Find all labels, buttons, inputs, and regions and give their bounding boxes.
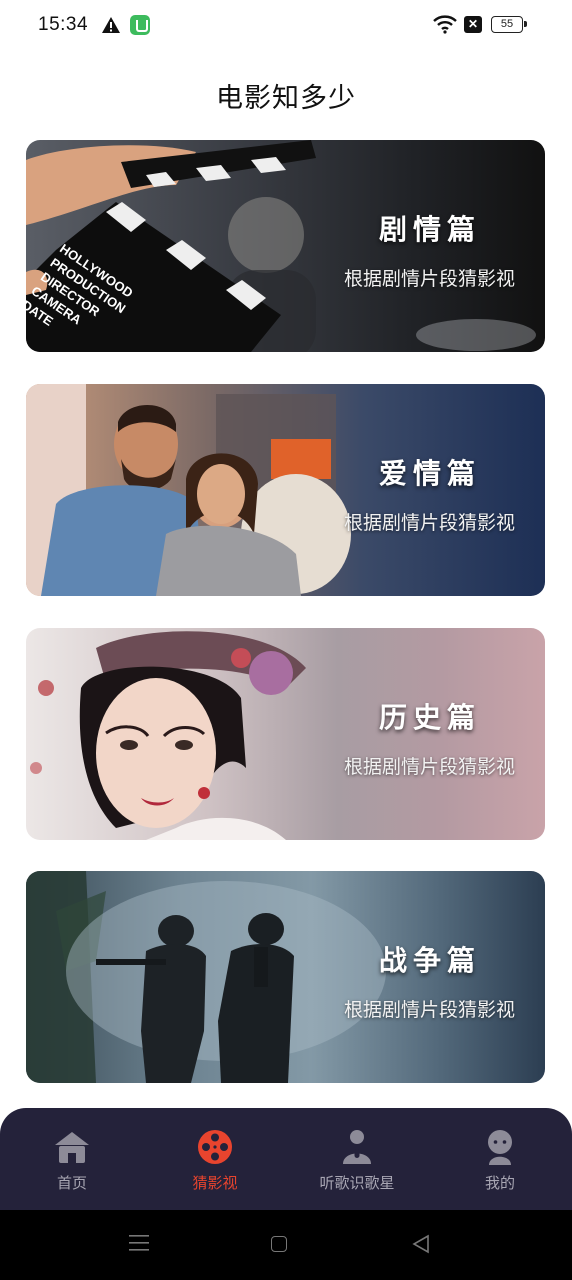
home-square-icon[interactable] (271, 1236, 287, 1252)
tab-label: 听歌识歌星 (319, 1174, 395, 1192)
card-subtitle: 根据剧情片段猜影视 (343, 756, 515, 778)
tab-label: 猜影视 (192, 1174, 238, 1192)
app-notification-icon (130, 15, 150, 35)
home-icon (55, 1132, 89, 1163)
battery-icon: 55 (491, 16, 527, 33)
card-title: 战争篇 (378, 944, 481, 977)
page-title: 电影知多少 (216, 83, 356, 114)
tab-label: 我的 (484, 1174, 515, 1192)
singer-mic-icon (343, 1130, 371, 1164)
bottom-tab-bar: 首页 猜影视 听歌识歌星 我的 (0, 1108, 572, 1210)
warning-icon (102, 17, 120, 33)
card-title: 爱情篇 (378, 457, 481, 490)
tab-song-singer[interactable]: 听歌识歌星 (287, 1108, 427, 1210)
tab-profile[interactable]: 我的 (430, 1108, 570, 1210)
card-subtitle: 根据剧情片段猜影视 (343, 999, 515, 1021)
card-title: 剧情篇 (378, 213, 481, 246)
category-card-history[interactable]: 历史篇 根据剧情片段猜影视 (26, 628, 545, 840)
film-reel-icon (198, 1130, 232, 1164)
category-card-drama[interactable]: HOLLYWOOD PRODUCTION DIRECTOR CAMERA DAT… (26, 140, 545, 352)
card-subtitle: 根据剧情片段猜影视 (343, 268, 515, 290)
system-nav-bar (0, 1210, 572, 1280)
tab-home[interactable]: 首页 (2, 1108, 142, 1210)
category-card-romance[interactable]: 爱情篇 根据剧情片段猜影视 (26, 384, 545, 596)
back-triangle-icon[interactable] (411, 1234, 431, 1254)
tab-label: 首页 (56, 1174, 87, 1192)
status-time: 15:34 (38, 14, 89, 35)
tab-guess-film[interactable]: 猜影视 (145, 1108, 285, 1210)
x-icon: ✕ (464, 16, 482, 33)
wifi-icon (433, 15, 457, 34)
card-title: 历史篇 (378, 701, 481, 734)
menu-icon[interactable] (129, 1233, 149, 1253)
profile-icon (488, 1130, 512, 1165)
status-bar: 15:34 ✕ 55 (0, 0, 572, 52)
card-subtitle: 根据剧情片段猜影视 (343, 512, 515, 534)
category-card-war[interactable]: 战争篇 根据剧情片段猜影视 (26, 871, 545, 1083)
